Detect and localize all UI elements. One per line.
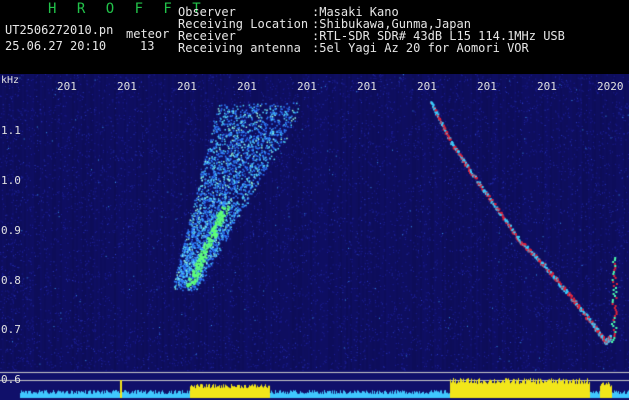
timestamp: 25.06.27 20:10 [5,39,107,53]
x-tick: 201 [537,80,557,93]
file-name: UT2506272010.pn [5,23,114,37]
y-tick: 1.1 [1,124,21,137]
x-tick: 201 [237,80,257,93]
y-tick: 1.0 [1,174,21,187]
y-tick: 0.7 [1,323,21,336]
x-tick: 201 [357,80,377,93]
meteor-count: 13 [140,39,155,53]
y-axis-unit: kHz [1,75,20,86]
antenna-value: :5el Yagi Az 20 for Aomori VOR [312,41,529,55]
x-tick: 201 [417,80,437,93]
y-tick: 0.6 [1,373,21,386]
x-tick: 201 [177,80,197,93]
x-tick: 201 [477,80,497,93]
x-tick: 201 [297,80,317,93]
x-tick: 2020 [597,80,624,93]
spectrogram-plot [0,74,629,400]
y-tick: 0.9 [1,224,21,237]
antenna-label: Receiving antenna [178,41,301,55]
x-tick: 201 [117,80,137,93]
header: H R O F F T UT2506272010.pn meteor 25.06… [0,0,629,74]
x-tick: 201 [57,80,77,93]
y-tick: 0.8 [1,274,21,287]
